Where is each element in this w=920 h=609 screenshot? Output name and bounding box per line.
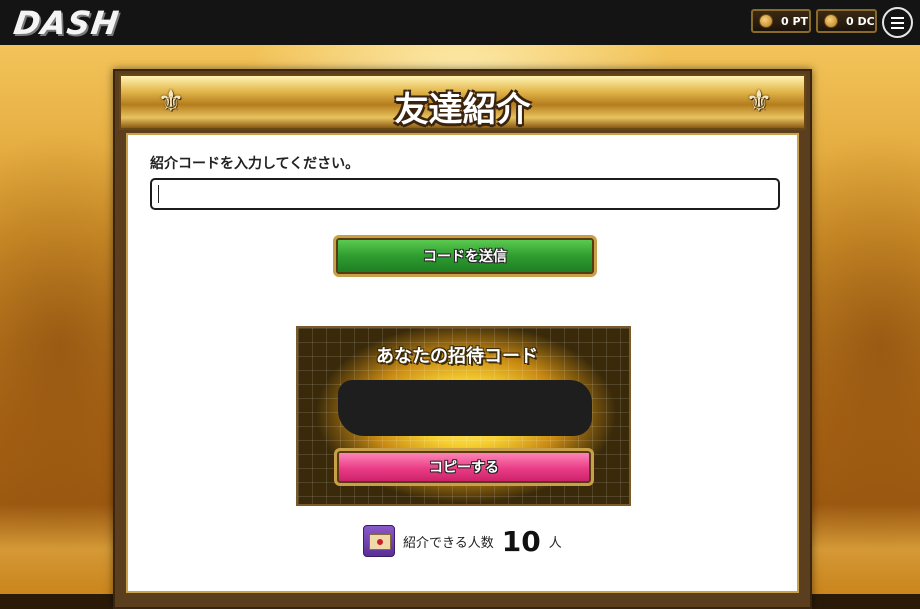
invite-code-card: あなたの招待コード コピーする <box>296 326 631 506</box>
coin-icon <box>824 14 838 28</box>
points-dc-badge[interactable]: 0 DC <box>816 9 877 33</box>
referral-count-row: 紹介できる人数 10 人 <box>363 523 562 559</box>
points-dc-value: 0 DC <box>846 14 875 28</box>
copy-code-button[interactable]: コピーする <box>334 448 594 486</box>
referral-count-value: 10 <box>501 524 541 558</box>
invite-code-redacted <box>338 380 592 436</box>
top-bar: DASH 0 PT 0 DC <box>0 0 920 45</box>
referral-code-input[interactable] <box>150 178 780 210</box>
letter-envelope-icon <box>363 525 395 557</box>
fleur-de-lis-icon: ⚜ <box>745 84 773 119</box>
friend-referral-panel: ⚜ 友達紹介 ⚜ 紹介コードを入力してください。 コードを送信 あなたの招待コー… <box>113 69 812 609</box>
menu-line <box>891 26 904 29</box>
app-logo[interactable]: DASH <box>11 4 121 42</box>
referral-count-label: 紹介できる人数 <box>403 535 494 551</box>
referral-count-unit: 人 <box>548 535 562 551</box>
code-input-label: 紹介コードを入力してください。 <box>150 156 360 172</box>
menu-line <box>891 21 904 24</box>
panel-body: 紹介コードを入力してください。 コードを送信 あなたの招待コード コピーする 紹… <box>126 133 799 593</box>
points-pt-badge[interactable]: 0 PT <box>751 9 811 33</box>
coin-icon <box>759 14 773 28</box>
envelope-seal <box>377 539 383 545</box>
points-pt-value: 0 PT <box>781 14 809 28</box>
panel-header: ⚜ 友達紹介 ⚜ <box>119 74 806 130</box>
hamburger-menu-button[interactable] <box>882 7 913 38</box>
menu-line <box>891 16 904 19</box>
panel-title: 友達紹介 <box>394 90 531 130</box>
send-code-button[interactable]: コードを送信 <box>333 235 597 277</box>
invite-code-title: あなたの招待コード <box>376 346 538 367</box>
text-cursor <box>158 185 159 203</box>
